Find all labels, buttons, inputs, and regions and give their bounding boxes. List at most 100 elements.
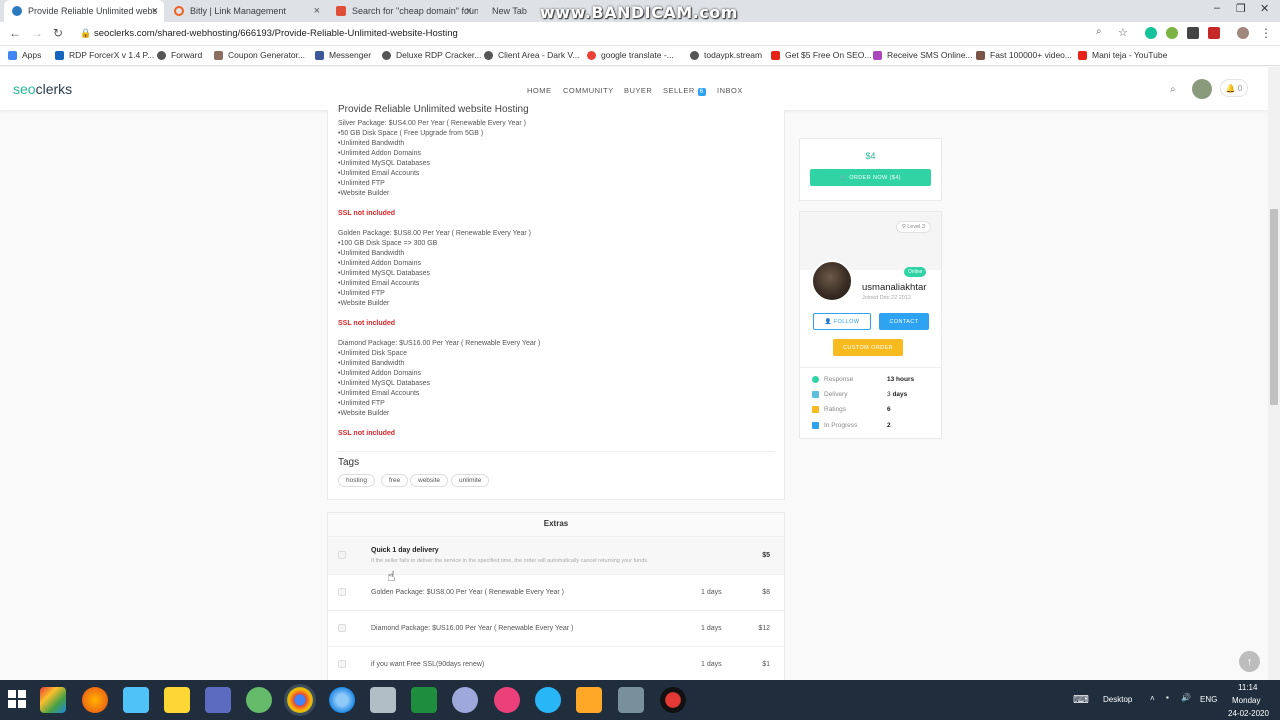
extra-row[interactable]: Quick 1 day delivery If the seller fails… — [328, 537, 784, 575]
nav-buyer[interactable]: BUYER — [624, 86, 652, 95]
bookmark-star-icon[interactable]: ☆ — [1118, 26, 1128, 39]
tag-chip[interactable]: website — [410, 474, 449, 487]
extension-icon[interactable] — [1166, 27, 1178, 39]
desktop-toolbar[interactable]: Desktop — [1103, 695, 1132, 704]
volume-icon[interactable]: 🔊 — [1181, 693, 1191, 702]
arrow-up-icon: ↑ — [1246, 655, 1253, 668]
bookmark-item[interactable]: Messenger — [315, 50, 371, 60]
bookmark-item[interactable]: RDP ForcerX v 1.4 P... — [55, 50, 154, 60]
forward-arrow-icon[interactable]: → — [31, 26, 43, 40]
scroll-to-top-button[interactable]: ↑ — [1239, 651, 1260, 672]
bookmark-favicon-icon — [214, 50, 223, 60]
order-now-button[interactable]: 🛒 ORDER NOW ($4) — [810, 169, 931, 186]
seller-name[interactable]: usmanaliakhtar — [862, 282, 926, 293]
excel-icon[interactable] — [411, 687, 437, 713]
tag-chip[interactable]: free — [381, 474, 409, 487]
file-explorer-icon[interactable] — [164, 687, 190, 713]
description-line: •100 GB Disk Space => 300 GB — [338, 240, 438, 247]
profile-avatar-icon[interactable] — [1237, 27, 1249, 39]
paint-icon[interactable] — [452, 687, 478, 713]
reload-icon[interactable]: ↻ — [53, 26, 63, 40]
contact-button[interactable]: CONTACT — [879, 313, 929, 330]
extra-checkbox[interactable] — [338, 624, 346, 632]
tab-new-tab[interactable]: New Tab — [484, 0, 534, 22]
maximize-icon[interactable]: ❐ — [1236, 2, 1246, 15]
close-window-icon[interactable]: ✕ — [1260, 2, 1269, 15]
notepad-icon[interactable] — [123, 687, 149, 713]
custom-order-button[interactable]: CUSTOM ORDER — [833, 339, 903, 356]
record-icon[interactable] — [660, 687, 686, 713]
site-logo[interactable]: seoclerks — [13, 81, 72, 97]
tag-chip[interactable]: hosting — [338, 474, 375, 487]
app-icon[interactable] — [246, 687, 272, 713]
user-avatar[interactable] — [1192, 79, 1212, 99]
description-line: Silver Package: $US4.00 Per Year ( Renew… — [338, 120, 526, 127]
clock-time[interactable]: 11:14 — [1238, 683, 1257, 692]
tag-chip[interactable]: unlimite — [451, 474, 490, 487]
app-icon[interactable] — [535, 687, 561, 713]
search-icon[interactable]: ⌕ — [1170, 84, 1176, 95]
page-scrollbar[interactable] — [1268, 67, 1280, 680]
nav-community[interactable]: COMMUNITY — [563, 86, 614, 95]
extra-checkbox[interactable] — [338, 588, 346, 596]
chrome-icon[interactable] — [329, 687, 355, 713]
follow-button[interactable]: 👤 FOLLOW — [813, 313, 871, 330]
scrollbar-thumb[interactable] — [1270, 209, 1278, 405]
remote-desktop-icon[interactable] — [205, 687, 231, 713]
extra-row[interactable]: if you want Free SSL(90days renew) 1 day… — [328, 647, 784, 681]
menu-dots-icon[interactable]: ⋮ — [1260, 26, 1272, 40]
bookmark-item[interactable]: Fast 100000+ video... — [976, 50, 1072, 60]
extra-row[interactable]: Diamond Package: $US16.00 Per Year ( Ren… — [328, 611, 784, 647]
close-tab-icon[interactable]: × — [152, 5, 158, 17]
grammarly-extension-icon[interactable] — [1145, 27, 1157, 39]
bookmark-item[interactable]: Forward — [157, 50, 202, 60]
extra-row[interactable]: Golden Package: $US8.00 Per Year ( Renew… — [328, 575, 784, 611]
extra-checkbox[interactable] — [338, 660, 346, 668]
address-bar[interactable]: seoclerks.com/shared-webhosting/666193/P… — [94, 28, 458, 39]
firefox-icon[interactable] — [82, 687, 108, 713]
bookmark-item[interactable]: Client Area - Dark V... — [484, 50, 579, 60]
rubik-app-icon[interactable] — [40, 687, 66, 713]
tab-bitly[interactable]: Bitly | Link Management × — [166, 0, 326, 22]
chrome-icon[interactable] — [287, 687, 313, 713]
bookmark-item[interactable]: Mani teja - YouTube — [1078, 50, 1167, 60]
app-icon[interactable] — [494, 687, 520, 713]
nav-home[interactable]: HOME — [527, 86, 552, 95]
tray-app-icon[interactable]: ▪ — [1166, 693, 1169, 702]
bookmark-item[interactable]: google translate -... — [587, 50, 674, 60]
description-line: •Website Builder — [338, 300, 390, 307]
language-indicator[interactable]: ENG — [1200, 695, 1217, 704]
nav-seller[interactable]: SELLER 6 — [663, 86, 706, 96]
notifications-button[interactable]: 🔔 0 — [1220, 79, 1248, 97]
bookmark-item[interactable]: Coupon Generator... — [214, 50, 305, 60]
close-tab-icon[interactable]: × — [314, 5, 320, 17]
windows-start-icon[interactable] — [8, 690, 26, 708]
bookmark-item[interactable]: Receive SMS Online... — [873, 50, 973, 60]
bookmark-item[interactable]: Deluxe RDP Cracker... — [382, 50, 481, 60]
clock-date: 24-02-2020 — [1228, 709, 1269, 718]
tab-search[interactable]: Search for "cheap domain" foun × — [328, 0, 478, 22]
minimize-icon[interactable]: – — [1214, 2, 1220, 14]
extension-icon[interactable] — [1187, 27, 1199, 39]
seller-avatar[interactable] — [811, 260, 853, 302]
bookmark-item[interactable]: Get $5 Free On SEO... — [771, 50, 871, 60]
extra-checkbox[interactable] — [338, 551, 346, 559]
bookmark-apps[interactable]: Apps — [8, 50, 41, 60]
description-line: •Unlimited MySQL Databases — [338, 270, 431, 277]
back-arrow-icon[interactable]: ← — [9, 26, 21, 40]
tray-chevron-icon[interactable]: ˄ — [1150, 694, 1155, 703]
stat-in-progress-value: 2 — [887, 422, 891, 429]
app-icon[interactable] — [618, 687, 644, 713]
keyboard-icon[interactable]: ⌨ — [1073, 693, 1089, 706]
add-user-icon: 👤 — [824, 318, 834, 325]
description-line: •Unlimited Email Accounts — [338, 280, 420, 287]
nav-inbox[interactable]: INBOX — [717, 86, 743, 95]
zoom-icon[interactable]: ⌕ — [1096, 26, 1102, 37]
media-player-icon[interactable] — [576, 687, 602, 713]
tab-seoclerks[interactable]: Provide Reliable Unlimited webs × — [4, 0, 164, 22]
extension-icon[interactable] — [1208, 27, 1220, 39]
app-icon[interactable] — [370, 687, 396, 713]
description-line: •Unlimited Addon Domains — [338, 260, 421, 267]
bookmark-item[interactable]: todaypk.stream — [690, 50, 762, 60]
close-tab-icon[interactable]: × — [466, 5, 472, 17]
